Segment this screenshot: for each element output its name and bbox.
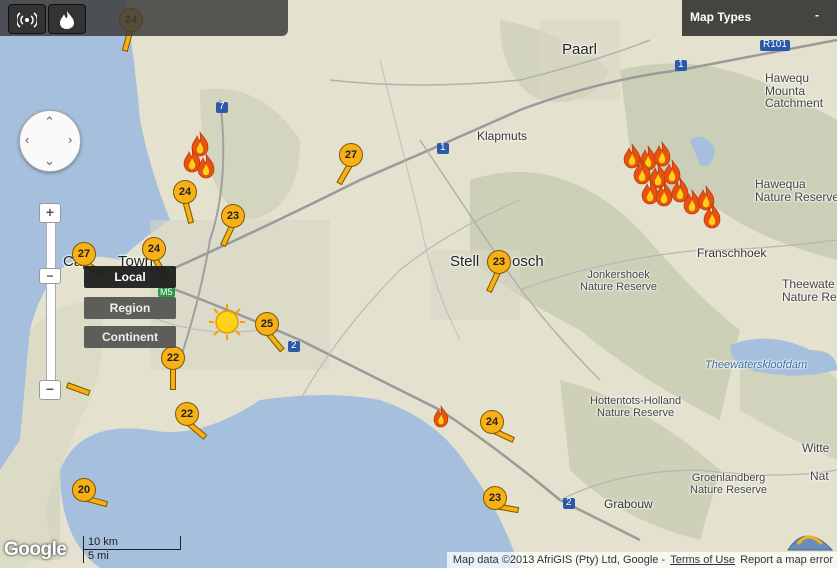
- attribution-text: Map data ©2013 AfriGIS (Pty) Ltd, Google…: [452, 554, 666, 566]
- scale-region-button[interactable]: Region: [84, 297, 176, 319]
- fire-icon[interactable]: [433, 404, 449, 428]
- fire-icon[interactable]: [697, 185, 715, 211]
- fire-layer-button[interactable]: [48, 4, 86, 34]
- google-logo: Google: [4, 539, 67, 560]
- report-map-error-link[interactable]: Report a map error: [740, 554, 833, 566]
- map-types-label: Map Types: [690, 10, 752, 24]
- fire-icon[interactable]: [653, 141, 671, 167]
- weather-marker[interactable]: 23: [220, 204, 261, 252]
- weather-marker[interactable]: 24: [173, 180, 213, 228]
- wifi-signal-icon: [15, 11, 39, 28]
- map-canvas[interactable]: R101 1 1 7 M5 2 2 Paarl Klapmuts Stell o…: [0, 0, 837, 568]
- fire-icon[interactable]: [623, 143, 641, 169]
- arrow-up-icon[interactable]: ⌃: [44, 114, 55, 130]
- map-attribution: Map data ©2013 AfriGIS (Pty) Ltd, Google…: [446, 552, 837, 568]
- zoom-slider-handle[interactable]: −: [39, 268, 61, 284]
- arrow-down-icon[interactable]: ⌄: [44, 153, 55, 169]
- weather-marker[interactable]: 23: [486, 250, 527, 298]
- scale-local-button[interactable]: Local: [84, 266, 176, 288]
- flame-icon: [60, 10, 74, 29]
- arrow-right-icon[interactable]: ›: [68, 132, 72, 147]
- scale-continent-button[interactable]: Continent: [84, 326, 176, 348]
- pan-control[interactable]: ⌃ ⌄ ‹ ›: [19, 110, 81, 172]
- zoom-in-button[interactable]: +: [39, 203, 61, 223]
- chevron-down-icon: -: [815, 8, 819, 22]
- street-view-icon[interactable]: [786, 518, 834, 552]
- terms-of-use-link[interactable]: Terms of Use: [670, 554, 735, 566]
- scale-bar: 10 km 5 mi: [83, 536, 181, 563]
- weather-marker[interactable]: 20: [72, 478, 112, 526]
- map-types-dropdown[interactable]: Map Types -: [682, 0, 837, 36]
- weather-marker[interactable]: 25: [255, 312, 295, 360]
- sun-icon[interactable]: [209, 304, 245, 340]
- signal-button[interactable]: [8, 4, 46, 34]
- weather-marker[interactable]: 24: [480, 410, 520, 458]
- overlay-toolbar: [0, 0, 288, 36]
- zoom-out-button[interactable]: −: [39, 380, 61, 400]
- weather-marker[interactable]: 23: [483, 486, 523, 534]
- weather-marker[interactable]: 27: [336, 143, 379, 191]
- arrow-left-icon[interactable]: ‹: [25, 132, 29, 147]
- zoom-track[interactable]: [46, 213, 56, 390]
- scale-km: 10 km: [83, 536, 181, 550]
- weather-marker[interactable]: 22: [175, 402, 215, 450]
- weather-marker[interactable]: 22: [161, 346, 201, 394]
- fire-icon[interactable]: [191, 131, 209, 157]
- fire-icon[interactable]: [197, 153, 215, 179]
- scale-mi: 5 mi: [83, 550, 146, 563]
